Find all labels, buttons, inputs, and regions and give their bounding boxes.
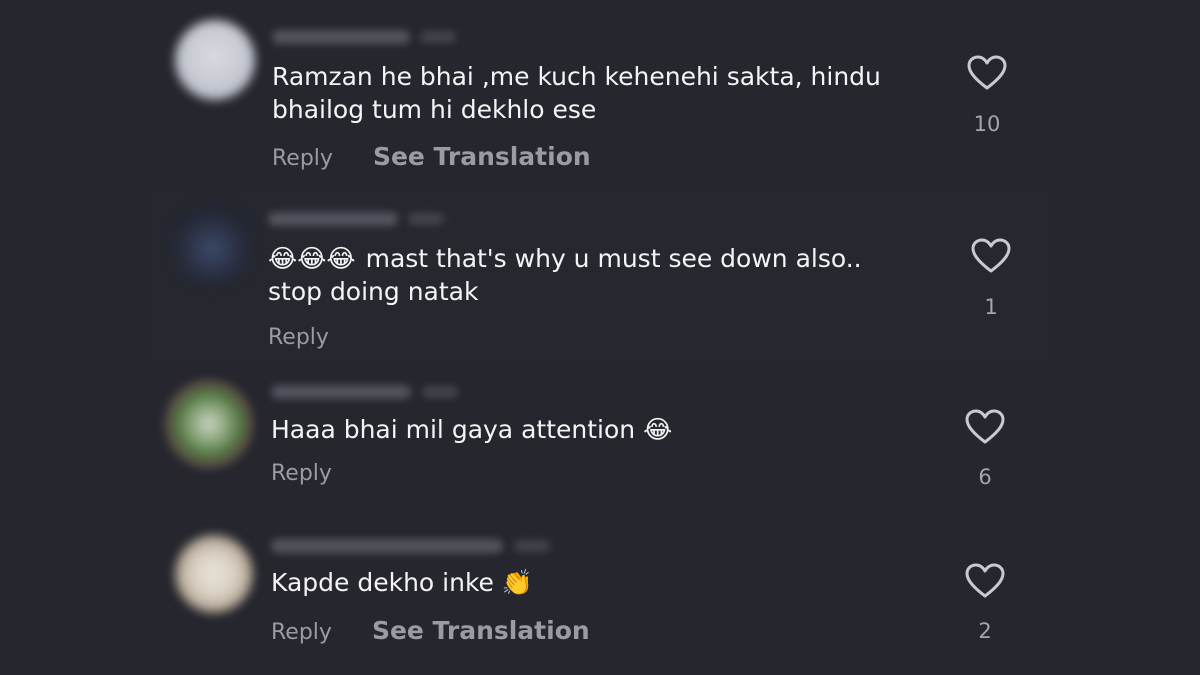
comment-actions: Reply: [271, 461, 332, 486]
timestamp: [408, 213, 444, 225]
like-count: 6: [978, 465, 992, 489]
username[interactable]: [272, 30, 410, 44]
comment-item: Haaa bhai mil gaya attention 😂 Reply 6: [150, 365, 1050, 525]
username[interactable]: [271, 385, 411, 399]
timestamp: [514, 540, 550, 552]
comment-text: Ramzan he bhai ,me kuch kehenehi sakta, …: [272, 60, 881, 126]
heart-icon[interactable]: [965, 409, 1005, 445]
reply-button[interactable]: Reply: [268, 325, 329, 350]
comment-text-span: mast that's why u must see down also..: [365, 244, 862, 273]
comment-text-line: Haaa bhai mil gaya attention 😂: [271, 413, 674, 446]
heart-icon[interactable]: [965, 563, 1005, 599]
timestamp: [422, 386, 458, 398]
like-count: 2: [978, 619, 992, 643]
comment-actions: Reply See Translation: [272, 142, 591, 171]
see-translation-button[interactable]: See Translation: [372, 616, 590, 645]
comment-text: Kapde dekho inke 👏: [271, 566, 535, 599]
like-count: 10: [973, 112, 1001, 136]
laughing-emoji: 😂😂😂: [268, 244, 356, 273]
timestamp: [420, 31, 456, 43]
comments-panel: Ramzan he bhai ,me kuch kehenehi sakta, …: [0, 0, 1200, 675]
comment-item: Ramzan he bhai ,me kuch kehenehi sakta, …: [150, 0, 1050, 185]
comment-text-line: stop doing natak: [268, 277, 479, 306]
comment-item: 😂😂😂 mast that's why u must see down also…: [150, 185, 1050, 365]
heart-icon[interactable]: [971, 238, 1011, 274]
avatar[interactable]: [175, 20, 255, 100]
username[interactable]: [268, 212, 398, 226]
comment-text-line: Kapde dekho inke 👏: [271, 566, 535, 599]
comment-actions: Reply See Translation: [271, 616, 590, 645]
avatar[interactable]: [175, 535, 253, 613]
comment-text-line: Ramzan he bhai ,me kuch kehenehi sakta, …: [272, 62, 881, 91]
laughing-emoji: 😂: [643, 415, 673, 444]
comment-text-span: Haaa bhai mil gaya attention: [271, 415, 636, 444]
see-translation-button[interactable]: See Translation: [373, 142, 591, 171]
comment-item: Kapde dekho inke 👏 Reply See Translation…: [150, 525, 1050, 675]
comment-text-span: Kapde dekho inke: [271, 568, 494, 597]
reply-button[interactable]: Reply: [271, 620, 332, 645]
comment-text-line: bhailog tum hi dekhlo ese: [272, 95, 597, 124]
username[interactable]: [271, 539, 503, 553]
comment-actions: Reply: [268, 325, 329, 350]
comment-text: Haaa bhai mil gaya attention 😂: [271, 413, 674, 446]
comment-text: 😂😂😂 mast that's why u must see down also…: [268, 242, 862, 308]
heart-icon[interactable]: [967, 55, 1007, 91]
like-count: 1: [984, 295, 998, 319]
avatar[interactable]: [172, 205, 252, 285]
avatar[interactable]: [165, 380, 253, 468]
comment-text-line: 😂😂😂 mast that's why u must see down also…: [268, 242, 862, 275]
reply-button[interactable]: Reply: [271, 461, 332, 486]
clapping-emoji: 👏: [501, 568, 534, 597]
reply-button[interactable]: Reply: [272, 146, 333, 171]
